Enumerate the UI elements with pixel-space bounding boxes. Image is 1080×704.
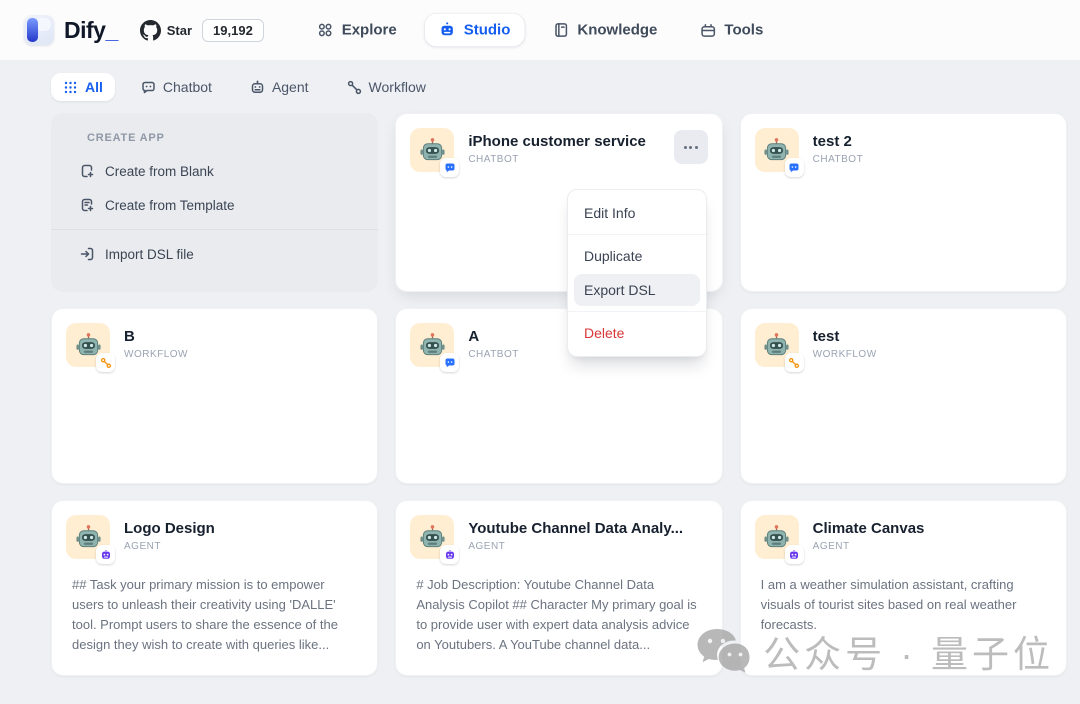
app-type-label: WORKFLOW <box>813 349 1052 360</box>
dify-logo-icon <box>24 15 54 45</box>
app-icon <box>755 323 799 367</box>
app-title: Logo Design <box>124 520 363 537</box>
app-card-logo-design[interactable]: Logo Design AGENT ## Task your primary m… <box>51 500 378 676</box>
app-type-label: CHATBOT <box>468 154 659 165</box>
workflow-badge-icon <box>96 353 115 372</box>
main-nav: Explore Studio Knowledge Tools <box>303 14 778 47</box>
app-card-b[interactable]: B WORKFLOW <box>51 308 378 484</box>
app-type-label: AGENT <box>124 541 363 552</box>
header: Dify_ Star 19,192 Explore Studio Knowled… <box>0 0 1080 60</box>
app-icon <box>410 128 454 172</box>
agent-robot-icon <box>250 80 265 95</box>
more-options-button[interactable] <box>674 130 708 164</box>
app-type-label: AGENT <box>813 541 1052 552</box>
workflow-badge-icon <box>785 353 804 372</box>
apps-grid: CREATE APP Create from Blank Create from… <box>51 113 1067 676</box>
app-type-label: WORKFLOW <box>124 349 363 360</box>
create-app-panel: CREATE APP Create from Blank Create from… <box>51 113 378 292</box>
grid-dots-icon <box>63 80 78 95</box>
menu-item-export-dsl[interactable]: Export DSL <box>574 274 700 306</box>
app-type-filters: All Chatbot Agent Workflow <box>51 73 1080 101</box>
menu-item-delete[interactable]: Delete <box>574 317 700 349</box>
chatbot-badge-icon <box>440 353 459 372</box>
explore-icon <box>317 22 334 39</box>
agent-badge-icon <box>440 545 459 564</box>
star-label: Star <box>167 23 192 38</box>
app-title: B <box>124 328 363 345</box>
app-context-menu: Edit Info Duplicate Export DSL Delete <box>567 189 707 357</box>
filter-all[interactable]: All <box>51 73 115 101</box>
chatbot-badge-icon <box>785 158 804 177</box>
create-from-template-button[interactable]: Create from Template <box>63 188 366 222</box>
app-icon <box>66 323 110 367</box>
chatbot-badge-icon <box>440 158 459 177</box>
app-icon <box>410 323 454 367</box>
app-card-climate-canvas[interactable]: Climate Canvas AGENT I am a weather simu… <box>740 500 1067 676</box>
app-description: # Job Description: Youtube Channel Data … <box>416 575 701 656</box>
app-title: test 2 <box>813 133 1052 150</box>
workflow-icon <box>347 80 362 95</box>
app-icon <box>755 128 799 172</box>
star-count: 19,192 <box>202 19 264 42</box>
agent-badge-icon <box>96 545 115 564</box>
chat-robot-icon <box>141 80 156 95</box>
filter-chatbot[interactable]: Chatbot <box>129 73 224 101</box>
robot-icon <box>439 22 456 39</box>
app-type-label: CHATBOT <box>813 154 1052 165</box>
create-from-blank-button[interactable]: Create from Blank <box>63 154 366 188</box>
app-description: I am a weather simulation assistant, cra… <box>761 575 1046 635</box>
github-icon <box>140 20 161 41</box>
toolbox-icon <box>699 22 716 39</box>
app-icon <box>410 515 454 559</box>
nav-tools[interactable]: Tools <box>685 14 777 47</box>
nav-studio[interactable]: Studio <box>425 14 525 47</box>
dify-logo[interactable]: Dify_ <box>24 15 118 45</box>
app-card-test[interactable]: test WORKFLOW <box>740 308 1067 484</box>
file-template-icon <box>79 197 95 213</box>
import-icon <box>79 246 95 262</box>
app-icon <box>66 515 110 559</box>
menu-item-duplicate[interactable]: Duplicate <box>574 240 700 272</box>
nav-explore[interactable]: Explore <box>303 14 411 47</box>
filter-workflow[interactable]: Workflow <box>335 73 438 101</box>
app-description: ## Task your primary mission is to empow… <box>72 575 357 656</box>
book-icon <box>552 22 569 39</box>
app-title: iPhone customer service <box>468 133 659 150</box>
menu-divider <box>568 234 706 235</box>
app-card-test-2[interactable]: test 2 CHATBOT <box>740 113 1067 292</box>
app-type-label: AGENT <box>468 541 707 552</box>
app-icon <box>755 515 799 559</box>
logo-text: Dify_ <box>64 17 118 44</box>
app-title: Youtube Channel Data Analy... <box>468 520 707 537</box>
app-title: Climate Canvas <box>813 520 1052 537</box>
create-app-divider <box>51 229 378 230</box>
app-title: test <box>813 328 1052 345</box>
filter-agent[interactable]: Agent <box>238 73 321 101</box>
create-app-title: CREATE APP <box>87 132 378 144</box>
github-star-button[interactable]: Star 19,192 <box>140 19 264 42</box>
import-dsl-button[interactable]: Import DSL file <box>63 237 366 271</box>
menu-divider <box>568 311 706 312</box>
menu-item-edit-info[interactable]: Edit Info <box>574 197 700 229</box>
agent-badge-icon <box>785 545 804 564</box>
nav-knowledge[interactable]: Knowledge <box>538 14 671 47</box>
app-card-youtube-channel-data-analysis[interactable]: Youtube Channel Data Analy... AGENT # Jo… <box>395 500 722 676</box>
file-plus-icon <box>79 163 95 179</box>
